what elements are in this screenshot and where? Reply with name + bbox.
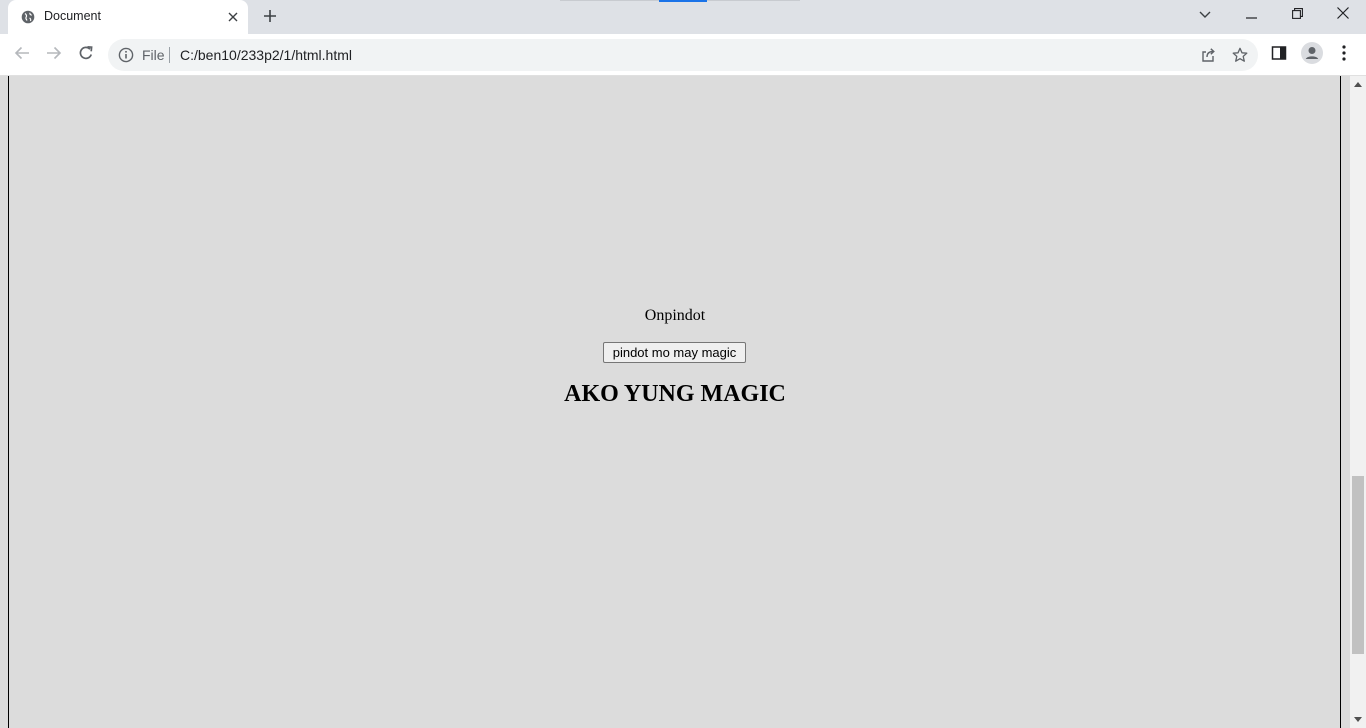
plus-icon	[263, 9, 277, 28]
tab-strip: Document	[0, 0, 1366, 34]
scroll-down-button[interactable]	[1350, 711, 1366, 728]
star-icon[interactable]	[1230, 45, 1250, 65]
side-panel-button[interactable]	[1265, 41, 1293, 69]
reload-icon	[78, 45, 94, 66]
reload-button[interactable]	[72, 41, 100, 69]
tab-document[interactable]: Document	[8, 0, 248, 34]
arrow-left-icon	[14, 45, 30, 66]
tab-accent-indicator	[659, 0, 707, 2]
address-url[interactable]: C:/ben10/233p2/1/html.html	[180, 47, 352, 63]
close-icon	[1337, 6, 1349, 24]
minimize-icon	[1245, 6, 1257, 24]
globe-icon	[21, 10, 35, 24]
address-separator	[169, 47, 170, 63]
minimize-button[interactable]	[1228, 0, 1274, 30]
kebab-menu-icon	[1342, 44, 1346, 66]
new-tab-button[interactable]	[258, 6, 282, 30]
restore-icon	[1291, 6, 1303, 24]
browser-toolbar: File C:/ben10/233p2/1/html.html	[0, 34, 1366, 76]
page-heading: AKO YUNG MAGIC	[564, 381, 786, 407]
profile-icon	[1301, 41, 1323, 69]
info-icon[interactable]	[118, 47, 134, 63]
close-window-button[interactable]	[1320, 0, 1366, 30]
restore-button[interactable]	[1274, 0, 1320, 30]
scroll-thumb[interactable]	[1352, 476, 1364, 654]
profile-button[interactable]	[1298, 41, 1326, 69]
scroll-up-button[interactable]	[1350, 76, 1366, 93]
address-bar[interactable]: File C:/ben10/233p2/1/html.html	[108, 39, 1258, 71]
tab-title: Document	[44, 9, 101, 23]
close-icon[interactable]	[224, 8, 242, 26]
address-scheme: File	[142, 47, 165, 63]
tab-search-button[interactable]	[1182, 0, 1228, 30]
browser-menu-button[interactable]	[1330, 41, 1358, 69]
share-icon[interactable]	[1198, 45, 1218, 65]
chevron-down-icon	[1199, 6, 1211, 24]
page-scrollbar[interactable]	[1350, 76, 1366, 728]
page-paragraph: Onpindot	[644, 307, 706, 324]
back-button[interactable]	[8, 41, 36, 69]
magic-button[interactable]: pindot mo may magic	[603, 342, 746, 363]
side-panel-icon	[1271, 45, 1287, 66]
arrow-right-icon	[46, 45, 62, 66]
page-viewport: Onpindot pindot mo may magic AKO YUNG MA…	[0, 76, 1350, 728]
forward-button[interactable]	[40, 41, 68, 69]
